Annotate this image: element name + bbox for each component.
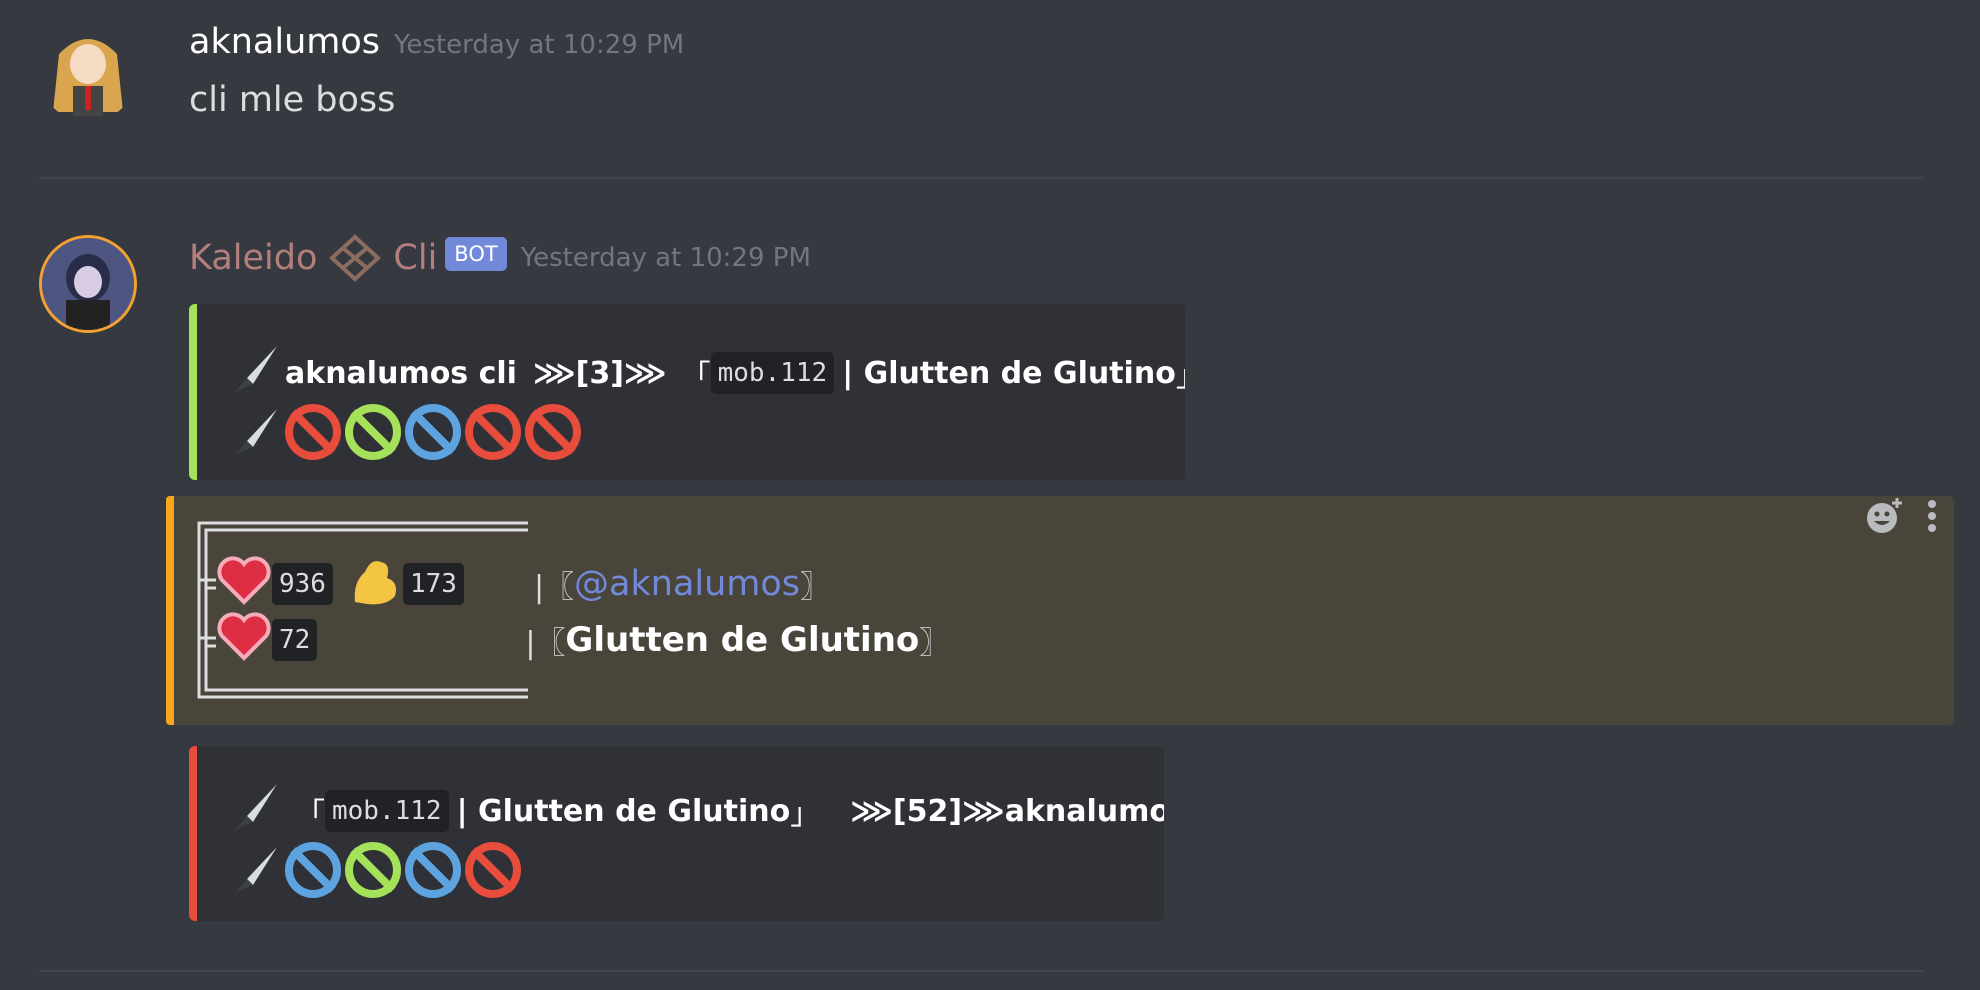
timestamp: Yesterday at 10:29 PM [394,30,685,60]
bracket-open: 「 [295,797,325,832]
diamond-icon [329,234,382,282]
bracket-open: 「 [680,359,711,394]
attack-arrow: ⋙[52]⋙aknalumos [850,793,1164,829]
pipe-bracket: |〖 [533,570,575,605]
embed-color-bar [189,304,197,480]
more-options-icon[interactable] [1926,499,1938,537]
stats-row-mob: 72 |〖 Glutten de Glutino 〗 [216,610,949,670]
avatar-kaleido[interactable] [39,235,137,333]
player-hp: 936 [272,563,333,605]
shield-sword-icon [405,842,465,906]
bracket-close: 」 [790,797,821,832]
mob-name: Glutten de Glutino [565,620,920,660]
bracket-close: 〗 [800,570,831,605]
author-name[interactable]: aknalumos [189,22,380,62]
pipe-bracket: |〖 [525,626,566,661]
mob-code: mob.112 [710,352,835,394]
shield-sword-icon [285,842,345,906]
shield-sword-icon [465,842,525,906]
heart-icon [216,554,272,614]
shield-sword-icon [285,404,345,468]
add-reaction-icon[interactable] [1864,496,1904,540]
shield-sword-icon [525,404,585,468]
shield-sword-icon [465,404,525,468]
bot-badge: BOT [445,237,507,271]
attack-line: aknalumos cli ⋙[3]⋙ 「 mob.112 | Glutten … [227,342,1185,404]
message-actions [1864,496,1938,540]
knife-icon [227,342,285,404]
timestamp: Yesterday at 10:29 PM [520,243,811,273]
attack-arrow: ⋙[3]⋙ [532,355,667,391]
attack-embed-1: aknalumos cli ⋙[3]⋙ 「 mob.112 | Glutten … [189,304,1185,480]
attack-line: 「 mob.112 | Glutten de Glutino 」 ⋙[52]⋙a… [227,780,1164,842]
attacker-name: aknalumos cli [285,355,517,391]
shield-sword-icon [345,404,405,468]
avatar-aknalumos[interactable] [39,24,137,122]
mob-name: | Glutten de Glutino [456,793,791,829]
author-name[interactable]: Kaleido [189,238,317,278]
highlight-accent [166,496,174,725]
message-divider [39,970,1923,972]
player-mention[interactable]: @aknalumos [574,564,800,604]
message-header-1: aknalumos Yesterday at 10:29 PM [189,22,684,62]
bracket-close: 」 [1176,351,1185,395]
mob-code: mob.112 [325,790,449,832]
attack-icons-row [227,404,585,468]
message-text: cli mle boss [189,80,396,120]
embed-color-bar [189,746,197,921]
message-header-2: Kaleido Cli BOT Yesterday at 10:29 PM [189,234,811,282]
bracket-close: 〗 [919,626,950,661]
author-suffix[interactable]: Cli [393,238,437,278]
attack-embed-2: 「 mob.112 | Glutten de Glutino 」 ⋙[52]⋙a… [189,746,1164,921]
player-strength: 173 [402,563,464,605]
shield-sword-icon [345,842,405,906]
heart-icon [216,610,272,670]
flexed-bicep-icon [347,552,403,616]
mob-hp: 72 [272,619,318,661]
message-divider [39,177,1923,179]
mob-name: | Glutten de Glutino [842,355,1176,391]
knife-icon [227,405,285,467]
attack-icons-row [227,842,525,906]
stats-row-player: 936 173 |〖 @aknalumos 〗 [216,552,830,616]
knife-icon [227,843,285,905]
knife-icon [227,780,285,842]
shield-sword-icon [405,404,465,468]
